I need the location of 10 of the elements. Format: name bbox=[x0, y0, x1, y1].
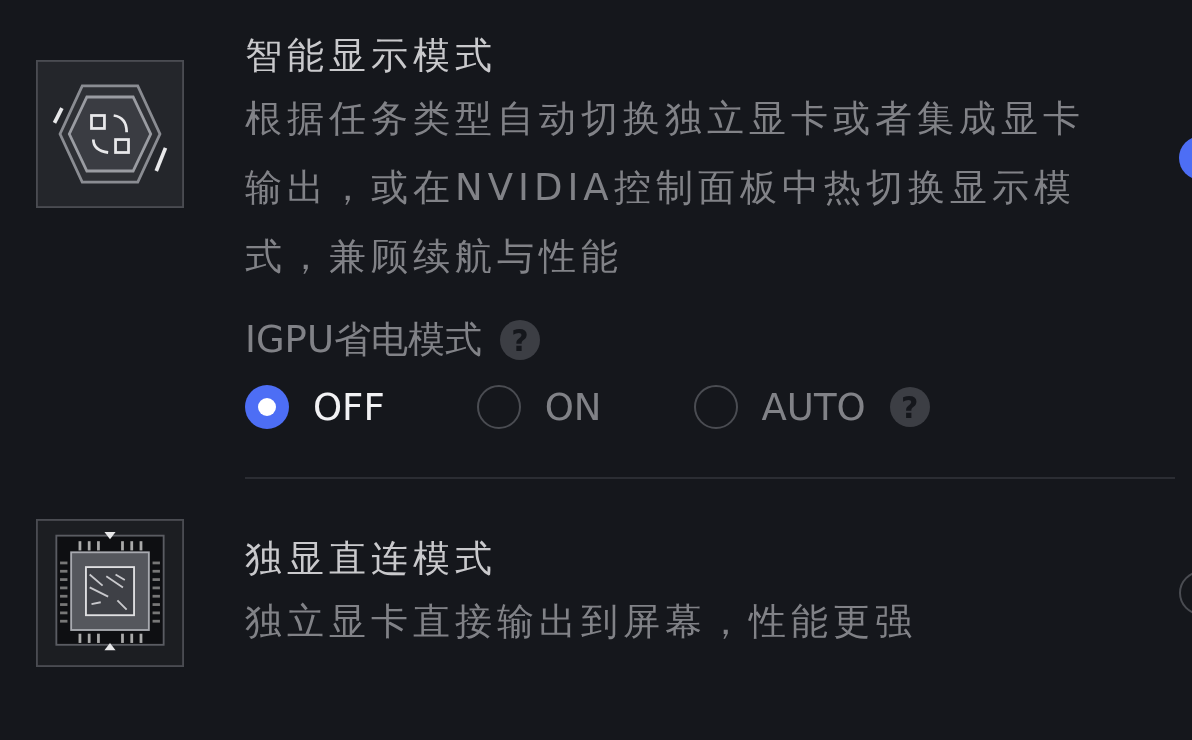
help-icon[interactable]: ? bbox=[500, 320, 540, 360]
option-label: OFF bbox=[313, 385, 385, 429]
mode-title: 智能显示模式 bbox=[245, 33, 498, 79]
mode-description: 根据任务类型自动切换独立显卡或者集成显卡输出，或在NVIDIA控制面板中热切换显示模式，兼顾续航与性能 bbox=[245, 96, 1086, 280]
igpu-label: IGPU省电模式 bbox=[245, 317, 482, 363]
help-icon[interactable]: ? bbox=[889, 387, 930, 427]
mode-title: 独显直连模式 bbox=[245, 535, 498, 582]
option-label: AUTO bbox=[761, 385, 866, 429]
option-label: ON bbox=[544, 385, 602, 429]
mode-description: 独立显卡直接输出到屏幕，性能更强 bbox=[245, 598, 918, 645]
